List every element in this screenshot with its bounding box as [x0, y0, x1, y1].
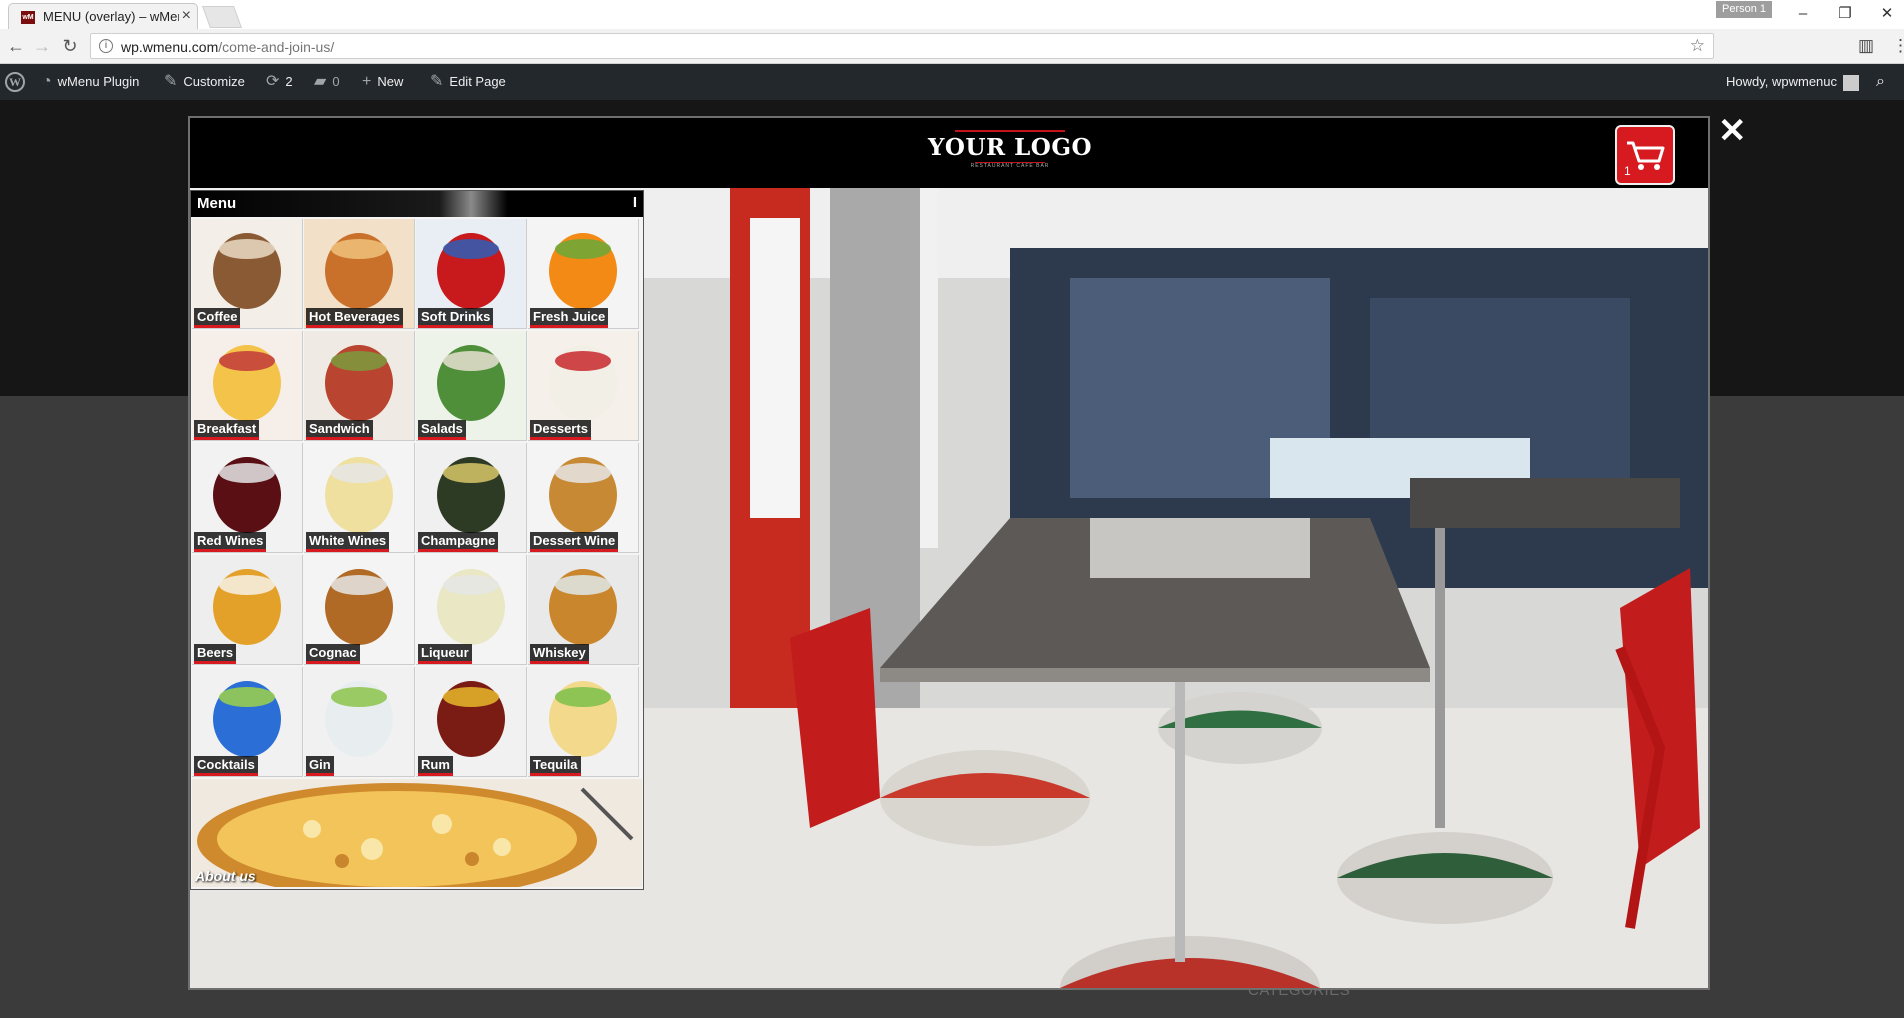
cart-count-badge: 1: [1624, 164, 1631, 178]
comment-icon: ▰: [314, 73, 327, 90]
bookmark-star-icon[interactable]: ☆: [1690, 36, 1705, 56]
new-tab-button[interactable]: [201, 6, 243, 28]
admin-edit-page[interactable]: ✎ Edit Page: [430, 64, 506, 100]
menu-tile-cocktails[interactable]: Cocktails: [192, 667, 303, 777]
menu-tile-cognac[interactable]: Cognac: [304, 555, 415, 665]
reload-icon[interactable]: ↻: [58, 35, 82, 57]
address-bar[interactable]: i wp.wmenu.com/come-and-join-us/ ☆: [90, 33, 1714, 59]
menu-tile-label: Cocktails: [194, 756, 258, 776]
menu-tile-label: Fresh Juice: [530, 308, 609, 328]
back-icon[interactable]: ←: [4, 35, 28, 57]
logo-text: YOUR LOGO: [927, 134, 1093, 161]
menu-tile-soft-drinks[interactable]: Soft Drinks: [416, 219, 527, 329]
menu-tile-red-wines[interactable]: Red Wines: [192, 443, 303, 553]
menu-tile-label: Gin: [306, 756, 334, 776]
menu-title: Menu: [197, 195, 237, 212]
menu-toggle-button[interactable]: I: [633, 194, 637, 211]
menu-tile-label: Whiskey: [530, 644, 589, 664]
brush-icon: ✎: [164, 73, 178, 90]
updates-icon: ⟳: [266, 73, 280, 90]
admin-comments[interactable]: ▰ 0: [314, 64, 340, 100]
menu-tile-coffee[interactable]: Coffee: [192, 219, 303, 329]
browser-tab-bar: wM MENU (overlay) – wMenu × Person 1 – ❐…: [0, 0, 1904, 29]
menu-tile-label: Rum: [418, 756, 453, 776]
site-favicon-icon: wM: [21, 11, 35, 24]
menu-tile-breakfast[interactable]: Breakfast: [192, 331, 303, 441]
modal-header: YOUR LOGO RESTAURANT CAFE BAR 1: [190, 118, 1708, 188]
menu-tile-label: Liqueur: [418, 644, 472, 664]
menu-tile-white-wines[interactable]: White Wines: [304, 443, 415, 553]
admin-account[interactable]: Howdy, wpwmenuc: [1726, 64, 1860, 100]
menu-tile-beers[interactable]: Beers: [192, 555, 303, 665]
menu-tile-label: Desserts: [530, 420, 591, 440]
about-us-label: About us: [195, 868, 256, 884]
minimize-icon[interactable]: –: [1788, 2, 1818, 26]
plus-icon: +: [362, 73, 372, 90]
search-icon[interactable]: ⌕: [1876, 64, 1885, 100]
pencil-icon: ✎: [430, 73, 444, 90]
menu-tile-sandwich[interactable]: Sandwich: [304, 331, 415, 441]
menu-overlay-modal: YOUR LOGO RESTAURANT CAFE BAR 1 Menu I C…: [188, 116, 1710, 990]
profile-badge[interactable]: Person 1: [1716, 1, 1772, 18]
menu-tile-label: Breakfast: [194, 420, 260, 440]
logo-subtitle: RESTAURANT CAFE BAR: [970, 163, 1050, 169]
menu-tile-hot-beverages[interactable]: Hot Beverages: [304, 219, 415, 329]
menu-tile-label: Champagne: [418, 532, 499, 552]
tab-close-icon[interactable]: ×: [182, 7, 191, 25]
menu-header: Menu I: [191, 191, 643, 217]
menu-tile-champagne[interactable]: Champagne: [416, 443, 527, 553]
admin-new[interactable]: + New: [362, 64, 403, 100]
menu-tile-label: Soft Drinks: [418, 308, 494, 328]
browser-toolbar: ← → ↻ i wp.wmenu.com/come-and-join-us/ ☆…: [0, 29, 1904, 64]
logo-top-rule: [955, 130, 1065, 132]
extension-icon[interactable]: ▥: [1858, 36, 1874, 56]
about-us-tile[interactable]: About us: [192, 779, 642, 887]
dashboard-icon: ◔: [42, 73, 52, 90]
overlay-close-icon[interactable]: ✕: [1718, 114, 1747, 148]
avatar: [1843, 74, 1860, 91]
menu-tile-desserts[interactable]: Desserts: [528, 331, 639, 441]
close-icon[interactable]: ✕: [1872, 2, 1902, 26]
menu-tile-label: Dessert Wine: [530, 532, 619, 552]
url-path: /come-and-join-us/: [218, 39, 335, 55]
restaurant-logo: YOUR LOGO RESTAURANT CAFE BAR: [890, 130, 1130, 169]
menu-tile-whiskey[interactable]: Whiskey: [528, 555, 639, 665]
admin-site-name[interactable]: ◔ wMenu Plugin: [42, 64, 139, 100]
admin-customize[interactable]: ✎ Customize: [164, 64, 245, 100]
wordpress-logo-icon[interactable]: W: [5, 72, 25, 92]
menu-tile-label: White Wines: [306, 532, 390, 552]
menu-tile-dessert-wine[interactable]: Dessert Wine: [528, 443, 639, 553]
menu-tile-fresh-juice[interactable]: Fresh Juice: [528, 219, 639, 329]
url-text: wp.wmenu.com/come-and-join-us/: [121, 39, 334, 55]
restore-icon[interactable]: ❐: [1830, 2, 1860, 26]
menu-panel: Menu I Coffee Hot Beverages Soft Drinks Fre…: [190, 190, 644, 890]
tab-title: MENU (overlay) – wMenu: [43, 9, 179, 24]
menu-tile-tequila[interactable]: Tequila: [528, 667, 639, 777]
wp-admin-bar: W ◔ wMenu Plugin ✎ Customize ⟳ 2 ▰ 0 + New ✎ E…: [0, 64, 1904, 100]
menu-tile-salads[interactable]: Salads: [416, 331, 527, 441]
browser-tab[interactable]: wM MENU (overlay) – wMenu ×: [8, 3, 198, 29]
info-icon[interactable]: i: [99, 39, 113, 53]
admin-updates[interactable]: ⟳ 2: [266, 64, 293, 100]
menu-tile-label: Red Wines: [194, 532, 267, 552]
menu-tile-liqueur[interactable]: Liqueur: [416, 555, 527, 665]
menu-tile-rum[interactable]: Rum: [416, 667, 527, 777]
menu-tile-label: Cognac: [306, 644, 360, 664]
pizza-image: [192, 779, 642, 887]
menu-tile-label: Coffee: [194, 308, 241, 328]
forward-icon[interactable]: →: [30, 35, 54, 57]
cart-button[interactable]: 1: [1615, 125, 1675, 185]
menu-tile-label: Tequila: [530, 756, 581, 776]
browser-menu-icon[interactable]: ⋮: [1892, 36, 1904, 56]
url-host: wp.wmenu.com: [121, 39, 219, 55]
menu-tile-gin[interactable]: Gin: [304, 667, 415, 777]
menu-tile-label: Salads: [418, 420, 466, 440]
menu-tile-label: Sandwich: [306, 420, 373, 440]
menu-tile-label: Beers: [194, 644, 237, 664]
menu-tile-label: Hot Beverages: [306, 308, 404, 328]
